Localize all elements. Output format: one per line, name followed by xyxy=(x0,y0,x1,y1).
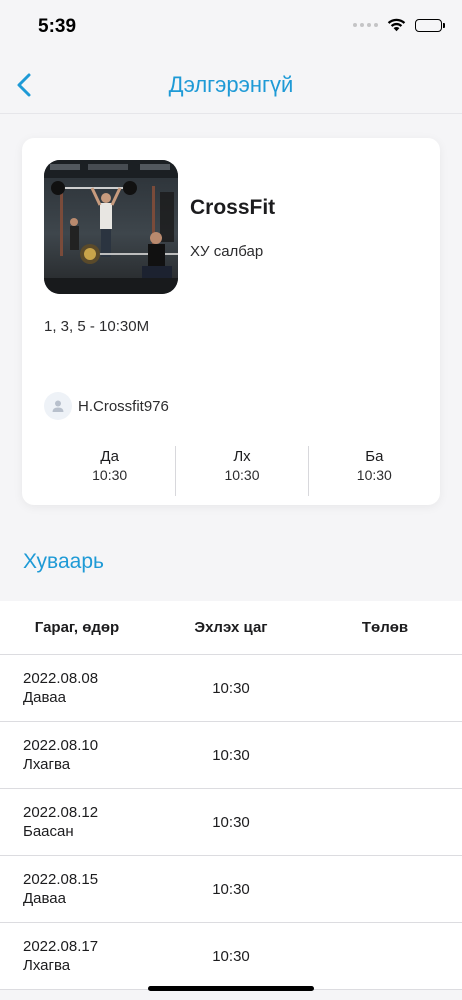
row-date: 2022.08.15 xyxy=(23,871,99,888)
date-cell: 2022.08.15 Даваа xyxy=(0,871,154,907)
trainer-name: H.Crossfit976 xyxy=(78,397,169,415)
row-time: 10:30 xyxy=(212,813,250,831)
slot-day: Да xyxy=(100,448,119,465)
date-cell: 2022.08.17 Лхагва xyxy=(0,938,154,974)
schedule-title: Хуваарь xyxy=(23,550,104,573)
signal-icon xyxy=(353,23,378,27)
class-photo xyxy=(44,160,178,294)
row-weekday: Даваа xyxy=(23,890,66,907)
weekly-slots: Да 10:30 Лх 10:30 Ба 10:30 xyxy=(44,446,440,496)
date-cell: 2022.08.12 Баасан xyxy=(0,804,154,840)
slot-time: 10:30 xyxy=(224,467,260,483)
table-row[interactable]: 2022.08.08 Даваа 10:30 xyxy=(0,655,462,722)
table-row[interactable]: 2022.08.15 Даваа 10:30 xyxy=(0,856,462,923)
status-icons xyxy=(353,18,445,32)
table-row[interactable]: 2022.08.12 Баасан 10:30 xyxy=(0,789,462,856)
trainer: H.Crossfit976 xyxy=(44,392,169,420)
slot-time: 10:30 xyxy=(92,467,128,483)
row-time: 10:30 xyxy=(212,880,250,898)
wifi-icon xyxy=(387,18,406,32)
slot-day: Ба xyxy=(365,448,384,465)
slot-item: Да 10:30 xyxy=(44,446,177,496)
class-branch: ХУ салбар xyxy=(190,243,264,260)
date-cell: 2022.08.10 Лхагва xyxy=(0,737,154,773)
home-indicator[interactable] xyxy=(148,986,314,991)
user-icon xyxy=(52,400,64,412)
table-row[interactable]: 2022.08.17 Лхагва 10:30 xyxy=(0,923,462,990)
battery-icon xyxy=(415,18,445,32)
row-time: 10:30 xyxy=(212,746,250,764)
class-card: CrossFit ХУ салбар 1, 3, 5 - 10:30М H.Cr… xyxy=(22,138,440,505)
date-cell: 2022.08.08 Даваа xyxy=(0,670,154,706)
column-header-date: Гараг, өдөр xyxy=(34,619,120,636)
table-row[interactable]: 2022.08.10 Лхагва 10:30 xyxy=(0,722,462,789)
row-date: 2022.08.08 xyxy=(23,670,99,687)
row-date: 2022.08.10 xyxy=(23,737,99,754)
avatar xyxy=(44,392,72,420)
row-time: 10:30 xyxy=(212,679,250,697)
navigation-bar: Дэлгэрэнгүй xyxy=(0,58,462,114)
class-schedule-summary: 1, 3, 5 - 10:30М xyxy=(44,318,150,335)
slot-time: 10:30 xyxy=(356,467,392,483)
class-title: CrossFit xyxy=(190,196,276,219)
slot-item: Ба 10:30 xyxy=(309,446,440,496)
table-header: Гараг, өдөр Эхлэх цаг Төлөв xyxy=(0,601,462,655)
row-weekday: Лхагва xyxy=(23,957,71,974)
column-header-status: Төлөв xyxy=(361,619,409,636)
row-date: 2022.08.12 xyxy=(23,804,99,821)
row-date: 2022.08.17 xyxy=(23,938,99,955)
page-title: Дэлгэрэнгүй xyxy=(168,72,294,97)
slot-item: Лх 10:30 xyxy=(176,446,309,496)
slot-day: Лх xyxy=(233,448,251,465)
row-weekday: Лхагва xyxy=(23,756,71,773)
status-bar: 5:39 xyxy=(0,0,462,56)
row-weekday: Баасан xyxy=(23,823,74,840)
schedule-table: Гараг, өдөр Эхлэх цаг Төлөв 2022.08.08 Д… xyxy=(0,601,462,990)
row-time: 10:30 xyxy=(212,947,250,965)
column-header-start-time: Эхлэх цаг xyxy=(194,619,268,636)
status-time: 5:39 xyxy=(38,16,77,37)
row-weekday: Даваа xyxy=(23,689,66,706)
